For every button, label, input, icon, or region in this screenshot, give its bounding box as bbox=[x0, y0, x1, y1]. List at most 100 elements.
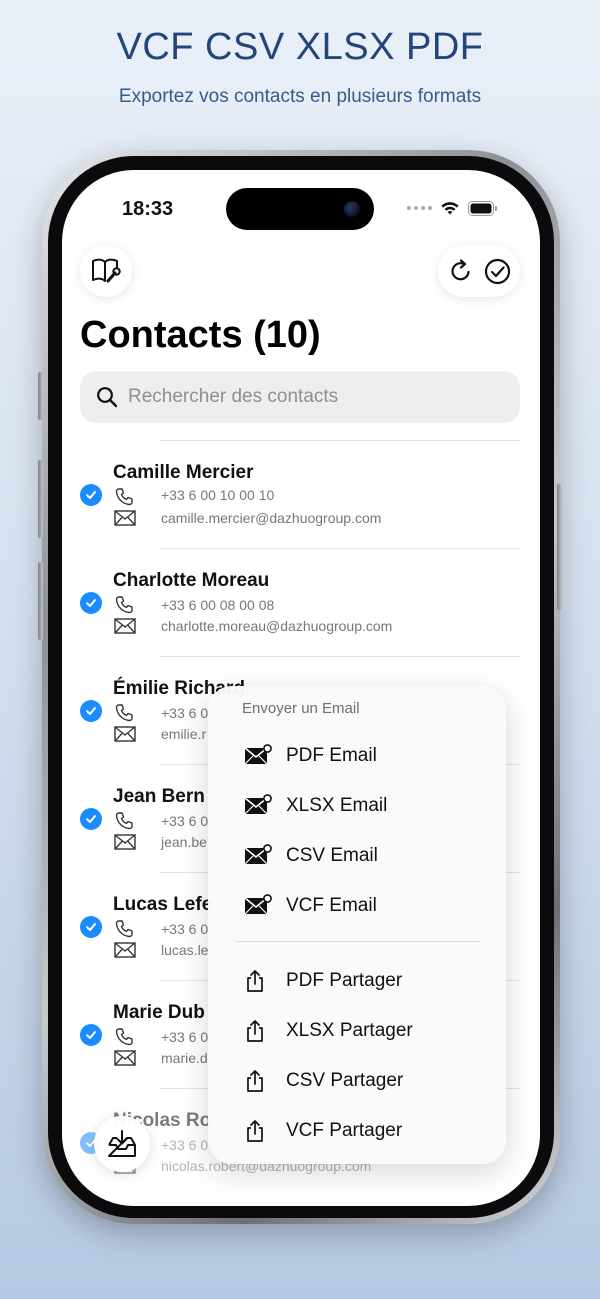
contact-phone: +33 6 0 bbox=[161, 1137, 209, 1153]
book-settings-button[interactable] bbox=[80, 245, 132, 297]
export-button[interactable] bbox=[94, 1116, 150, 1172]
mail-icon bbox=[114, 1050, 136, 1066]
header-actions bbox=[438, 245, 520, 297]
contact-email-line: camille.mercier@dazhuogroup.com bbox=[114, 510, 381, 526]
search-icon bbox=[97, 387, 118, 408]
contact-name: Jean Bern bbox=[113, 786, 205, 807]
search-input[interactable] bbox=[128, 386, 488, 408]
mail-icon bbox=[114, 618, 136, 634]
menu-item-label: VCF Partager bbox=[286, 1120, 403, 1141]
contact-email-line: jean.be bbox=[114, 834, 207, 850]
mail-badge-icon bbox=[244, 794, 272, 815]
contact-phone-line: +33 6 0 bbox=[114, 811, 208, 831]
mail-icon bbox=[114, 942, 136, 958]
share-icon bbox=[247, 1120, 263, 1142]
mail-badge-icon bbox=[244, 744, 272, 765]
signal-icon bbox=[407, 206, 432, 210]
wifi-icon bbox=[441, 202, 459, 215]
share-icon bbox=[247, 1020, 263, 1042]
contact-name: Camille Mercier bbox=[113, 462, 254, 483]
contact-phone-line: +33 6 0 bbox=[114, 703, 208, 723]
phone-icon bbox=[115, 488, 133, 506]
menu-item-label: XLSX Partager bbox=[286, 1020, 413, 1041]
phone-icon bbox=[115, 920, 133, 938]
menu-item-csv-share[interactable]: CSV Partager bbox=[208, 1058, 506, 1104]
share-icon bbox=[247, 1070, 263, 1092]
phone-icon bbox=[115, 596, 133, 614]
contact-name: Lucas Lefe bbox=[113, 894, 213, 915]
contact-email: marie.d bbox=[161, 1050, 208, 1066]
share-icon bbox=[247, 970, 263, 992]
menu-item-vcf-share[interactable]: VCF Partager bbox=[208, 1108, 506, 1154]
selected-check-icon[interactable] bbox=[80, 1024, 102, 1046]
contact-email: jean.be bbox=[161, 834, 207, 850]
contact-name: Charlotte Moreau bbox=[113, 570, 270, 591]
book-wrench-icon bbox=[92, 258, 121, 283]
menu-item-pdf-share[interactable]: PDF Partager bbox=[208, 958, 506, 1004]
contact-phone: +33 6 0 bbox=[161, 705, 209, 721]
contact-phone: +33 6 0 bbox=[161, 1029, 209, 1045]
contact-phone: +33 6 0 bbox=[161, 921, 209, 937]
phone-icon bbox=[115, 812, 133, 830]
contact-row[interactable]: Charlotte Moreau +33 6 00 08 00 08 charl… bbox=[62, 548, 540, 656]
app-screen: 18:33 Contacts (10) Rechercher des conta… bbox=[62, 170, 540, 1206]
selected-check-icon[interactable] bbox=[80, 808, 102, 830]
contact-email-line: emilie.r bbox=[114, 726, 206, 742]
menu-item-label: PDF Email bbox=[286, 745, 377, 766]
mail-badge-icon bbox=[244, 844, 272, 865]
contact-phone: +33 6 00 10 00 10 bbox=[161, 487, 275, 503]
mail-badge-icon bbox=[244, 894, 272, 915]
menu-item-csv-email[interactable]: CSV Email bbox=[208, 833, 506, 879]
tray-download-icon bbox=[108, 1130, 136, 1157]
menu-item-label: CSV Partager bbox=[286, 1070, 404, 1091]
menu-item-label: PDF Partager bbox=[286, 970, 403, 991]
phone-icon bbox=[115, 1028, 133, 1046]
contact-email: camille.mercier@dazhuogroup.com bbox=[161, 510, 382, 526]
menu-item-label: VCF Email bbox=[286, 895, 377, 916]
contact-phone-line: +33 6 0 bbox=[114, 1027, 208, 1047]
page-title: Contacts (10) bbox=[80, 314, 321, 356]
contact-email-line: marie.d bbox=[114, 1050, 208, 1066]
menu-item-label: XLSX Email bbox=[286, 795, 388, 816]
battery-icon bbox=[468, 200, 497, 216]
contact-email: lucas.le bbox=[161, 942, 209, 958]
promo-subtitle: Exportez vos contacts en plusieurs forma… bbox=[118, 86, 482, 107]
menu-item-xlsx-share[interactable]: XLSX Partager bbox=[208, 1008, 506, 1054]
promo-title: VCF CSV XLSX PDF bbox=[116, 26, 484, 68]
search-bar[interactable] bbox=[80, 371, 520, 423]
power-button bbox=[557, 484, 562, 610]
menu-item-vcf-email[interactable]: VCF Email bbox=[208, 883, 506, 929]
contact-row[interactable]: Camille Mercier +33 6 00 10 00 10 camill… bbox=[62, 440, 540, 548]
selected-check-icon[interactable] bbox=[80, 484, 102, 506]
status-time: 18:33 bbox=[122, 198, 174, 220]
refresh-icon[interactable] bbox=[448, 258, 474, 284]
selected-check-icon[interactable] bbox=[80, 592, 102, 614]
status-icons bbox=[407, 200, 498, 216]
contact-email-line: charlotte.moreau@dazhuogroup.com bbox=[114, 618, 392, 634]
selected-check-icon[interactable] bbox=[80, 700, 102, 722]
contact-email-line: lucas.le bbox=[114, 942, 208, 958]
menu-item-pdf-email[interactable]: PDF Email bbox=[208, 733, 506, 779]
check-circle-icon[interactable] bbox=[484, 258, 511, 285]
phone-icon bbox=[115, 704, 133, 722]
mail-icon bbox=[114, 510, 136, 526]
contact-phone: +33 6 00 08 00 08 bbox=[161, 597, 275, 613]
selected-check-icon[interactable] bbox=[80, 916, 102, 938]
contact-phone-line: +33 6 00 10 00 10 bbox=[114, 487, 274, 507]
volume-up-button bbox=[38, 460, 43, 538]
camera-icon bbox=[344, 201, 360, 217]
menu-divider bbox=[236, 941, 480, 942]
menu-item-label: CSV Email bbox=[286, 845, 378, 866]
menu-header: Envoyer un Email bbox=[242, 700, 360, 717]
contact-name: Marie Dub bbox=[113, 1002, 205, 1023]
contact-phone: +33 6 0 bbox=[161, 813, 209, 829]
menu-item-xlsx-email[interactable]: XLSX Email bbox=[208, 783, 506, 829]
volume-down-button bbox=[38, 562, 43, 640]
export-menu: Envoyer un Email PDF Email XLSX Email CS… bbox=[208, 686, 506, 1164]
action-button bbox=[38, 372, 43, 420]
contact-phone-line: +33 6 0 bbox=[114, 919, 208, 939]
mail-icon bbox=[114, 726, 136, 742]
mail-icon bbox=[114, 834, 136, 850]
contact-email: emilie.r bbox=[161, 726, 207, 742]
dynamic-island bbox=[226, 188, 374, 230]
